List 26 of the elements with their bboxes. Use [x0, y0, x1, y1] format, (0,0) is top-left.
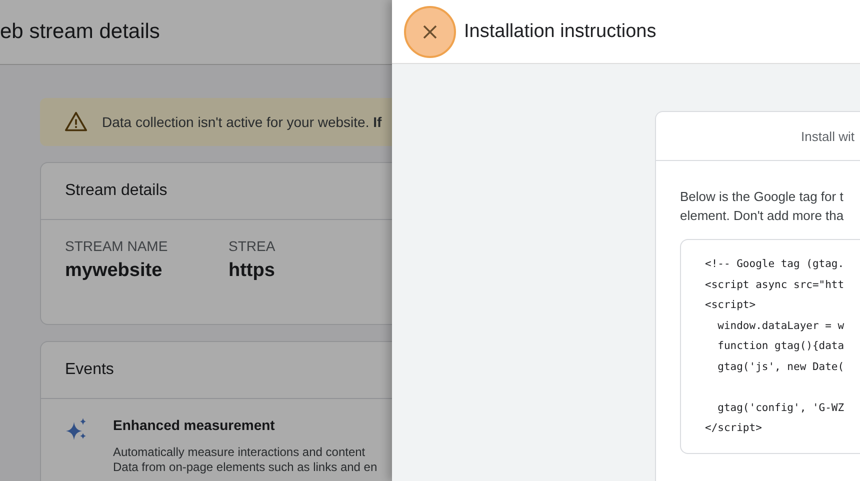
code-line: window.dataLayer = w: [716, 318, 846, 334]
feature-description: Automatically measure interactions and content: [113, 445, 366, 460]
tab[interactable]: Install wit: [801, 128, 854, 144]
panel-title: Installation instructions: [464, 20, 656, 42]
code-line: <script>: [705, 298, 757, 313]
code-line: gtag('config', 'G-WZ: [716, 400, 846, 416]
warning-message: Data collection isn't active for your website. If: [102, 114, 382, 130]
field-label: STREA: [228, 238, 276, 254]
code-line: <script async src="htt: [705, 278, 846, 292]
feature-title: Enhanced measurement: [113, 417, 276, 433]
warning-icon: [64, 111, 88, 133]
description-text: element. Don't add more tha: [680, 207, 845, 225]
close-button[interactable]: [404, 6, 456, 58]
code-line: function gtag(){data: [716, 339, 846, 354]
description-text: Below is the Google tag for t: [680, 188, 844, 206]
field-label: STREAM NAME: [65, 238, 169, 254]
code-line: gtag('js', new Date(: [716, 360, 846, 374]
feature-description: Data from on-page elements such as links and en: [113, 460, 378, 475]
code-line: </script>: [705, 421, 763, 436]
card-title: Events: [65, 361, 114, 379]
card-title: Stream details: [65, 182, 168, 200]
close-icon: [423, 24, 437, 38]
page-title: eb stream details: [0, 20, 160, 44]
code-line: <!-- Google tag (gtag.: [705, 257, 846, 272]
field-value: mywebsite: [65, 260, 164, 282]
field-value: https: [228, 260, 276, 282]
